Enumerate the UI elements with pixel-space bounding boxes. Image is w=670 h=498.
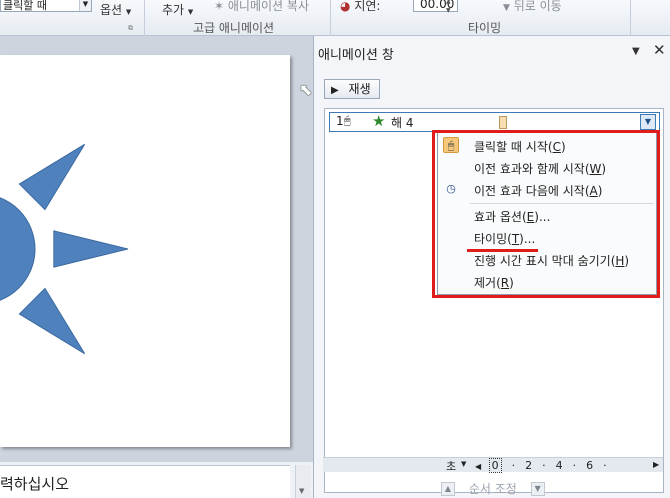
reorder-label: 순서 조정 xyxy=(468,482,517,496)
painter-icon: ✶ xyxy=(214,0,225,13)
sun-shape[interactable] xyxy=(0,55,290,447)
timeline-tick: 6 xyxy=(586,459,594,472)
sun-graphic xyxy=(0,143,129,355)
add-animation-button[interactable]: 추가 ▼ xyxy=(162,1,193,18)
annotation-underline xyxy=(467,249,538,252)
animation-painter-label: 애니메이션 복사 xyxy=(227,0,309,13)
advanced-animation-group-label: 고급 애니메이션 xyxy=(193,21,275,35)
notes-scrollbar[interactable]: ▼ xyxy=(295,465,311,498)
pane-menu-icon[interactable]: ▼ xyxy=(632,46,640,57)
animation-painter-button[interactable]: ✶ 애니메이션 복사 xyxy=(214,0,309,14)
options-label: 옵션 xyxy=(100,3,123,17)
scroll-left-icon[interactable]: ◀ xyxy=(475,462,481,471)
add-animation-label: 추가 xyxy=(162,3,185,17)
timing-group-label: 타이밍 xyxy=(468,21,502,35)
chevron-down-icon[interactable]: ▼ xyxy=(461,460,466,468)
sun-core xyxy=(0,197,36,301)
spin-up-icon[interactable]: ▲ xyxy=(446,0,451,5)
notes-pane[interactable]: 력하십시오 xyxy=(0,465,290,498)
options-button[interactable]: 옵션 ▼ xyxy=(100,1,131,18)
start-combo[interactable]: 클릭할 때 ▼ xyxy=(0,0,92,12)
mouse-icon: 🖱 xyxy=(344,114,351,127)
scroll-down-icon[interactable]: ▼ xyxy=(299,487,304,495)
move-later-label: 뒤로 이동 xyxy=(513,0,562,13)
timeline-ruler: 초 ▼ ◀ 0 · 2 · 4 · 6 · ▶ xyxy=(323,457,663,474)
sun-ray xyxy=(18,143,86,211)
timeline-dot: · xyxy=(572,459,577,472)
timeline-tick: 0 xyxy=(488,458,502,473)
timeline-tick: 2 xyxy=(525,459,533,472)
mouse-pointer-icon: ⬉ xyxy=(299,80,313,99)
group-separator xyxy=(630,0,631,36)
group-separator xyxy=(330,0,331,36)
chevron-down-icon[interactable]: ▼ xyxy=(79,0,91,11)
delay-label-wrap: ◕ 지연: xyxy=(340,0,380,14)
animation-list-item[interactable]: 1 🖱 ★ 해 4 ▼ xyxy=(329,112,660,132)
entrance-effect-icon: ★ xyxy=(372,112,386,130)
scroll-right-icon[interactable]: ▶ xyxy=(653,460,659,469)
timeline-dot: · xyxy=(542,459,546,472)
delay-input[interactable]: 00.00 xyxy=(413,0,458,12)
timeline-tick: 4 xyxy=(555,459,563,472)
sun-ray xyxy=(53,230,129,268)
arrow-down-icon: ▼ xyxy=(503,3,510,13)
clock-icon: ◕ xyxy=(340,0,351,13)
chevron-down-icon[interactable]: ▼ xyxy=(640,114,656,130)
animation-item-number: 1 xyxy=(336,114,344,128)
timeline-ticks: ◀ 0 · 2 · 4 · 6 · xyxy=(475,458,617,473)
move-later-button[interactable]: ▼ 뒤로 이동 xyxy=(503,0,562,14)
ribbon: 클릭할 때 ▼ 옵션 ▼ ⧉ 추가 ▼ ✶ 애니메이션 복사 고급 애니메이션 … xyxy=(0,0,670,36)
spin-down-icon[interactable]: ▼ xyxy=(446,7,451,14)
play-icon: ▶ xyxy=(331,85,339,96)
timeline-dot: · xyxy=(511,459,516,472)
chevron-down-icon: ▼ xyxy=(125,8,132,16)
start-combo-value: 클릭할 때 xyxy=(3,0,47,12)
annotation-highlight-box xyxy=(432,130,660,298)
timeline-dot: · xyxy=(603,459,607,472)
move-up-icon[interactable]: ▲ xyxy=(441,481,455,496)
sun-ray xyxy=(18,287,86,355)
play-label: 재생 xyxy=(348,82,371,96)
slide-canvas[interactable] xyxy=(0,55,290,447)
timeline-units[interactable]: 초 xyxy=(446,458,456,474)
move-down-icon[interactable]: ▼ xyxy=(530,481,545,496)
delay-label: 지연: xyxy=(354,0,381,13)
animation-item-name: 해 4 xyxy=(391,116,414,130)
reorder-controls: ▲ 순서 조정 ▼ xyxy=(441,480,545,497)
notes-placeholder: 력하십시오 xyxy=(0,475,70,493)
group-separator xyxy=(144,0,145,36)
dialog-launcher-icon[interactable]: ⧉ xyxy=(128,24,133,33)
timeline-bar[interactable] xyxy=(499,116,507,129)
pane-title: 애니메이션 창 xyxy=(318,48,394,63)
chevron-down-icon: ▼ xyxy=(187,8,194,16)
play-button[interactable]: ▶ 재생 xyxy=(324,79,380,99)
close-icon[interactable]: ✕ xyxy=(653,41,666,59)
